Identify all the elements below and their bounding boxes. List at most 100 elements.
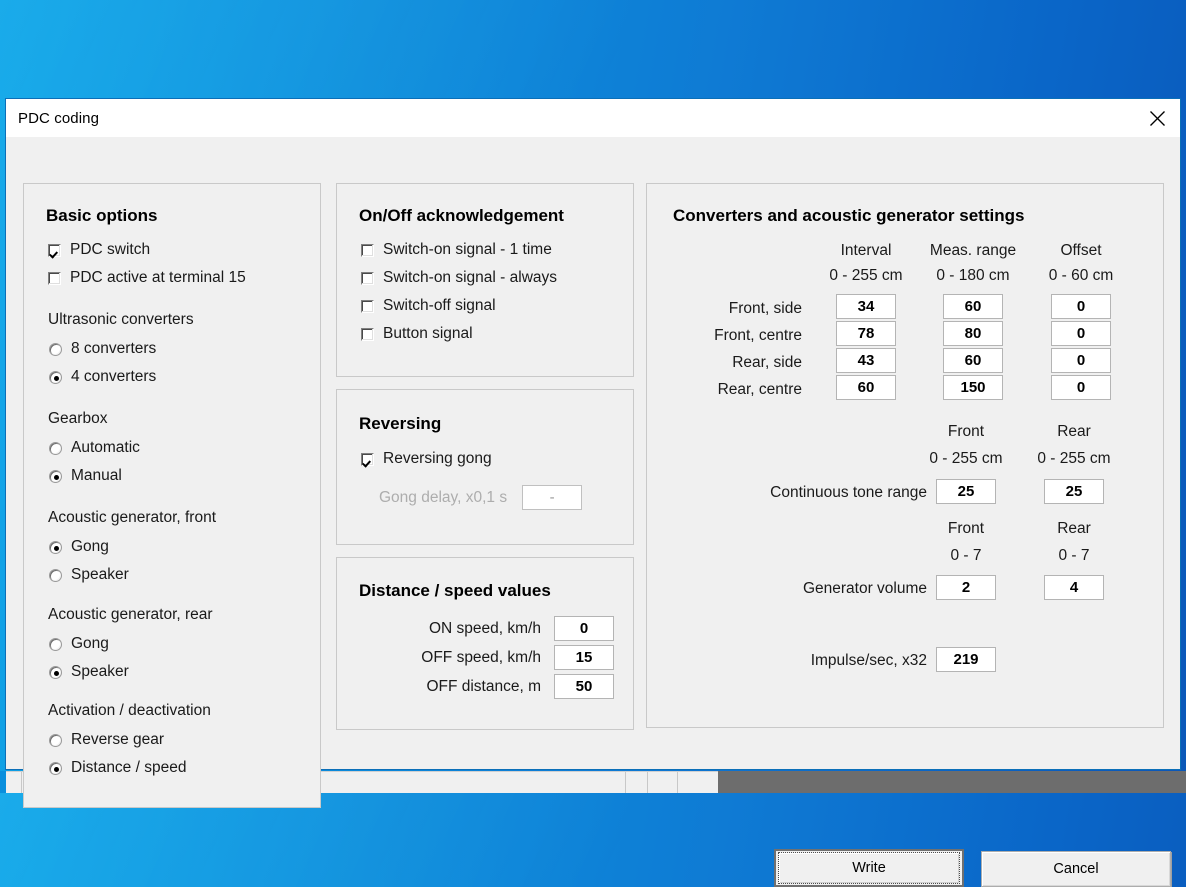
row-label-rear-side: Rear, side — [667, 354, 802, 372]
radio-circle — [49, 762, 62, 775]
input-impulse-per-sec[interactable]: 219 — [936, 647, 996, 672]
heading-ultrasonic-converters: Ultrasonic converters — [48, 311, 194, 329]
checkbox-label: Button signal — [383, 325, 473, 343]
heading-gearbox: Gearbox — [48, 410, 107, 428]
off-speed-input[interactable]: 15 — [554, 645, 614, 670]
checkbox-label: PDC active at terminal 15 — [70, 269, 246, 287]
dialog-title: PDC coding — [6, 110, 99, 127]
tone-range-rear: 0 - 255 cm — [1020, 450, 1128, 468]
input-tone-rear[interactable]: 25 — [1044, 479, 1104, 504]
checkbox-reversing-gong[interactable]: Reversing gong — [361, 450, 492, 468]
input-rear-centre-offset[interactable]: 0 — [1051, 375, 1111, 400]
heading-acoustic-generator-front: Acoustic generator, front — [48, 509, 216, 527]
input-rear-centre-interval[interactable]: 60 — [836, 375, 896, 400]
radio-label: 8 converters — [71, 340, 156, 358]
column-range-interval: 0 - 255 cm — [812, 267, 920, 285]
row-label-rear-centre: Rear, centre — [667, 381, 802, 399]
radio-label: Speaker — [71, 566, 129, 584]
statusbar-segment — [626, 772, 648, 793]
input-rear-side-interval[interactable]: 43 — [836, 348, 896, 373]
radio-circle — [49, 541, 62, 554]
background-dark-strip — [718, 771, 1186, 793]
cancel-button-label: Cancel — [1053, 861, 1098, 877]
tone-header-front: Front — [912, 423, 1020, 441]
input-front-centre-offset[interactable]: 0 — [1051, 321, 1111, 346]
input-front-side-offset[interactable]: 0 — [1051, 294, 1111, 319]
input-tone-front[interactable]: 25 — [936, 479, 996, 504]
checkbox-pdc-switch[interactable]: PDC switch — [48, 241, 150, 259]
radio-circle — [49, 638, 62, 651]
checkbox-switch-on-always[interactable]: Switch-on signal - always — [361, 269, 557, 287]
checkbox-box — [48, 244, 61, 257]
tone-header-rear: Rear — [1020, 423, 1128, 441]
row-off-distance: OFF distance, m 50 — [359, 674, 614, 699]
dialog-body: Basic options PDC switch PDC active at t… — [6, 137, 1180, 769]
row-on-speed: ON speed, km/h 0 — [359, 616, 614, 641]
background-left-edge — [0, 771, 6, 793]
radio-circle — [49, 569, 62, 582]
radio-circle — [49, 371, 62, 384]
column-header-meas-range: Meas. range — [919, 242, 1027, 260]
radio-front-speaker[interactable]: Speaker — [49, 566, 129, 584]
radio-reverse-gear[interactable]: Reverse gear — [49, 731, 164, 749]
row-label: OFF distance, m — [426, 678, 541, 696]
input-rear-centre-meas-range[interactable]: 150 — [943, 375, 1003, 400]
checkbox-box — [361, 453, 374, 466]
input-front-side-meas-range[interactable]: 60 — [943, 294, 1003, 319]
input-front-centre-interval[interactable]: 78 — [836, 321, 896, 346]
radio-circle — [49, 343, 62, 356]
volume-header-rear: Rear — [1020, 520, 1128, 538]
radio-label: Distance / speed — [71, 759, 186, 777]
row-label: ON speed, km/h — [429, 620, 541, 638]
radio-rear-gong[interactable]: Gong — [49, 635, 109, 653]
gong-delay-label: Gong delay, x0,1 s — [379, 489, 507, 507]
row-label-front-side: Front, side — [667, 300, 802, 318]
input-volume-rear[interactable]: 4 — [1044, 575, 1104, 600]
heading-activation-deactivation: Activation / deactivation — [48, 702, 211, 720]
checkbox-label: PDC switch — [70, 241, 150, 259]
row-off-speed: OFF speed, km/h 15 — [359, 645, 614, 670]
radio-front-gong[interactable]: Gong — [49, 538, 109, 556]
onoff-title: On/Off acknowledgement — [359, 206, 564, 226]
label-impulse-per-sec: Impulse/sec, x32 — [707, 652, 927, 670]
radio-label: Gong — [71, 635, 109, 653]
radio-gearbox-automatic[interactable]: Automatic — [49, 439, 140, 457]
basic-options-group: Basic options PDC switch PDC active at t… — [23, 183, 321, 808]
checkbox-button-signal[interactable]: Button signal — [361, 325, 473, 343]
dialog-titlebar: PDC coding — [6, 99, 1180, 137]
input-front-side-interval[interactable]: 34 — [836, 294, 896, 319]
column-header-offset: Offset — [1027, 242, 1135, 260]
radio-distance-speed[interactable]: Distance / speed — [49, 759, 186, 777]
close-icon[interactable] — [1134, 100, 1180, 137]
gong-delay-input[interactable]: - — [522, 485, 582, 510]
on-speed-input[interactable]: 0 — [554, 616, 614, 641]
input-rear-side-offset[interactable]: 0 — [1051, 348, 1111, 373]
radio-8-converters[interactable]: 8 converters — [49, 340, 156, 358]
checkbox-switch-on-1-time[interactable]: Switch-on signal - 1 time — [361, 241, 552, 259]
input-volume-front[interactable]: 2 — [936, 575, 996, 600]
radio-gearbox-manual[interactable]: Manual — [49, 467, 122, 485]
write-button-label: Write — [778, 852, 960, 884]
input-rear-side-meas-range[interactable]: 60 — [943, 348, 1003, 373]
pdc-coding-dialog: PDC coding Basic options PDC switch PDC … — [5, 98, 1181, 770]
radio-circle — [49, 470, 62, 483]
cancel-button[interactable]: Cancel — [981, 851, 1171, 887]
checkbox-label: Reversing gong — [383, 450, 492, 468]
radio-rear-speaker[interactable]: Speaker — [49, 663, 129, 681]
checkbox-pdc-active-terminal-15[interactable]: PDC active at terminal 15 — [48, 269, 246, 287]
reversing-group: Reversing Reversing gong Gong delay, x0,… — [336, 389, 634, 545]
radio-4-converters[interactable]: 4 converters — [49, 368, 156, 386]
radio-label: 4 converters — [71, 368, 156, 386]
off-distance-input[interactable]: 50 — [554, 674, 614, 699]
column-range-offset: 0 - 60 cm — [1027, 267, 1135, 285]
input-front-centre-meas-range[interactable]: 80 — [943, 321, 1003, 346]
checkbox-switch-off-signal[interactable]: Switch-off signal — [361, 297, 496, 315]
write-button[interactable]: Write — [774, 849, 964, 887]
volume-range-rear: 0 - 7 — [1020, 547, 1128, 565]
checkbox-box — [361, 328, 374, 341]
label-generator-volume: Generator volume — [707, 580, 927, 598]
tone-range-front: 0 - 255 cm — [912, 450, 1020, 468]
radio-circle — [49, 666, 62, 679]
statusbar-segment — [648, 772, 678, 793]
radio-label: Manual — [71, 467, 122, 485]
